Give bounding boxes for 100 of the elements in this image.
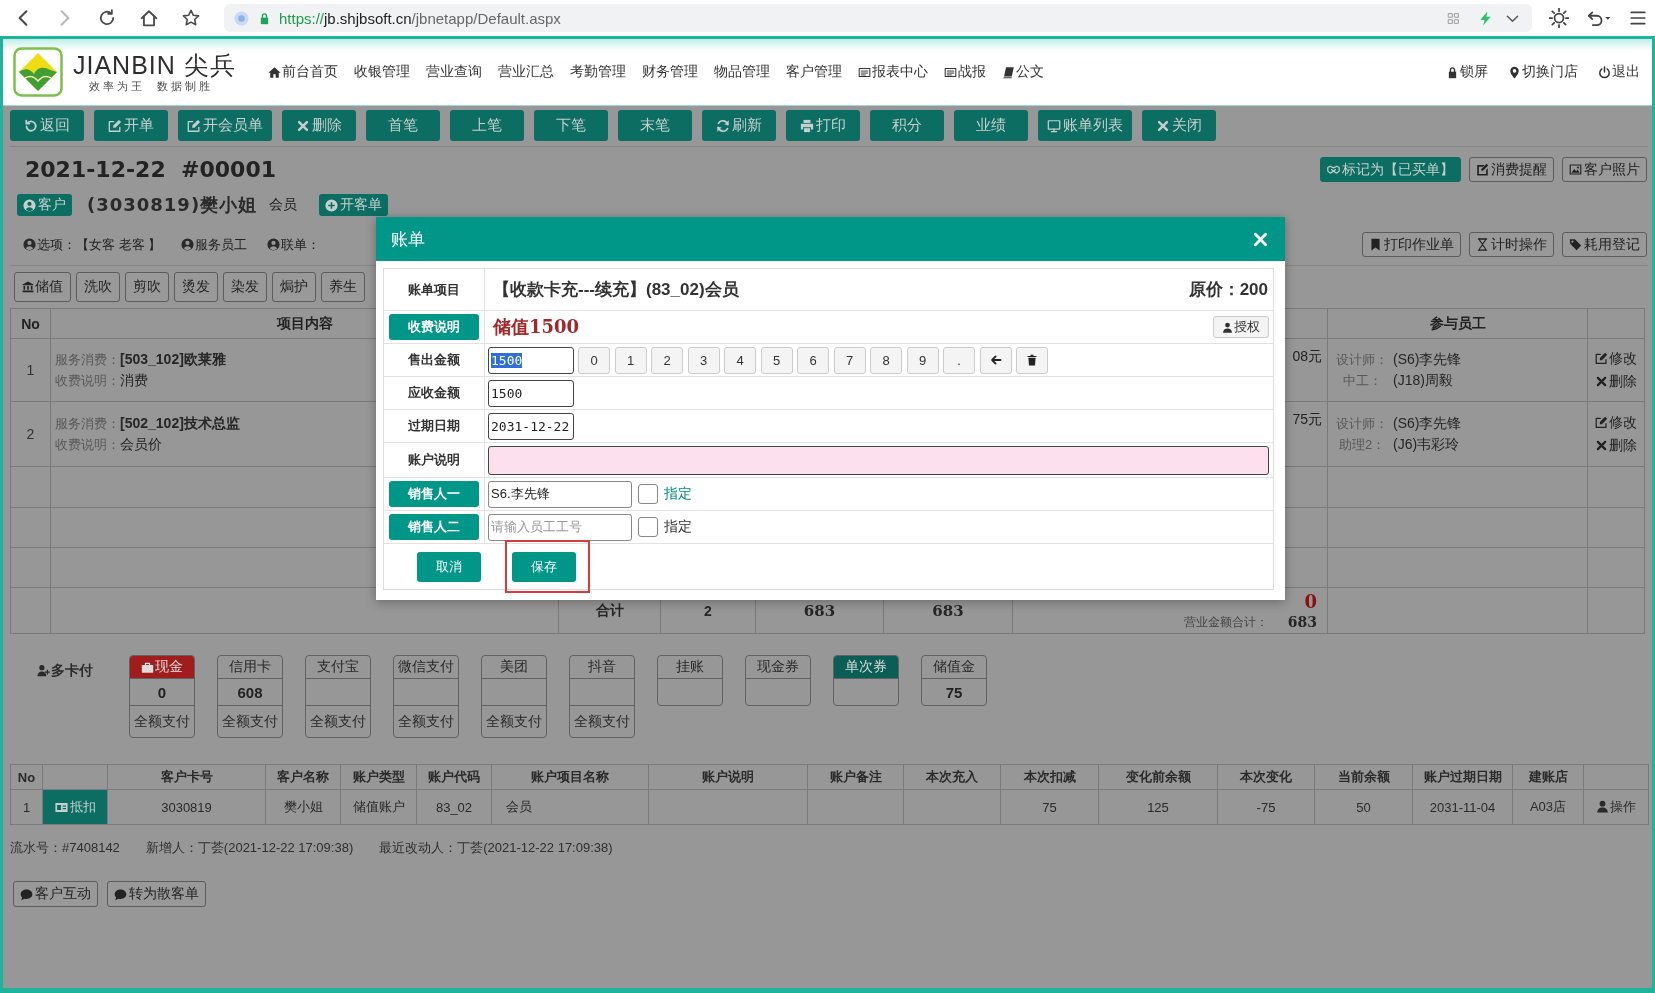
keypad-key[interactable]: 4 bbox=[724, 346, 756, 374]
keypad-key[interactable]: 3 bbox=[687, 346, 720, 374]
option-link[interactable]: 选项：【女客 老客 】 bbox=[23, 235, 162, 254]
action-button[interactable]: 客户照片 bbox=[1562, 157, 1647, 182]
field-label-button[interactable]: 销售人一 bbox=[389, 481, 479, 507]
nav-link[interactable]: 收银管理 bbox=[353, 63, 410, 81]
clear-key[interactable] bbox=[1016, 346, 1048, 374]
toolbar-button[interactable]: 开单 bbox=[94, 110, 168, 141]
option-link[interactable]: 联单： bbox=[267, 235, 321, 254]
cancel-button[interactable]: 取消 bbox=[417, 551, 481, 582]
category-button[interactable]: 储值 bbox=[14, 272, 71, 302]
input-field[interactable]: S6.李先锋 bbox=[488, 480, 632, 508]
amount-field[interactable]: 0 bbox=[130, 679, 194, 705]
reload-icon[interactable] bbox=[98, 9, 116, 27]
bolt-icon[interactable] bbox=[1478, 10, 1493, 26]
amount-field[interactable]: 1500 bbox=[488, 346, 574, 374]
amount-field[interactable]: 608 bbox=[218, 679, 282, 705]
deduct-button[interactable]: 抵扣 bbox=[43, 790, 107, 824]
category-button[interactable]: 洗吹 bbox=[76, 272, 120, 302]
nav-link[interactable]: 战报 bbox=[943, 63, 986, 81]
action-button[interactable]: 标记为【已买单】 bbox=[1320, 157, 1461, 182]
full-pay-button[interactable]: 全额支付 bbox=[394, 705, 458, 737]
row-action-link[interactable]: 删除 bbox=[1588, 434, 1644, 457]
header-link[interactable]: 退出 bbox=[1598, 63, 1640, 81]
toolbar-button[interactable]: 业绩 bbox=[954, 110, 1028, 141]
undo-icon[interactable] bbox=[1586, 9, 1611, 27]
payment-method-tab[interactable]: 美团 bbox=[482, 656, 546, 679]
row-action-link[interactable]: 删除 bbox=[1588, 370, 1644, 393]
toolbar-button[interactable]: 积分 bbox=[870, 110, 944, 141]
nav-link[interactable]: 营业查询 bbox=[425, 63, 482, 81]
nav-link[interactable]: 客户管理 bbox=[785, 63, 842, 81]
category-button[interactable]: 养生 bbox=[321, 272, 365, 302]
field-label-button[interactable]: 收费说明 bbox=[389, 314, 479, 340]
payment-method-tab[interactable]: 储值金 bbox=[922, 656, 986, 679]
category-button[interactable]: 剪吹 bbox=[125, 272, 169, 302]
category-button[interactable]: 烫发 bbox=[174, 272, 218, 302]
toolbar-button[interactable]: 末笔 bbox=[618, 110, 692, 141]
footer-button[interactable]: 转为散客单 bbox=[107, 881, 206, 907]
toolbar-button[interactable]: 返回 bbox=[10, 110, 84, 141]
checkbox[interactable] bbox=[638, 517, 658, 537]
payment-method-tab[interactable]: 微信支付 bbox=[394, 656, 458, 679]
payment-method-tab[interactable]: 支付宝 bbox=[306, 656, 370, 679]
site-info-icon[interactable] bbox=[234, 10, 249, 26]
input-field[interactable]: 请输入员工工号 bbox=[488, 513, 632, 541]
assign-link[interactable]: 指定 bbox=[664, 518, 692, 536]
star-icon[interactable] bbox=[182, 9, 200, 27]
action-button[interactable]: 消费提醒 bbox=[1469, 157, 1554, 182]
header-link[interactable]: 切换门店 bbox=[1508, 63, 1578, 81]
keypad-key[interactable]: 1 bbox=[614, 346, 647, 374]
nav-link[interactable]: 考勤管理 bbox=[569, 63, 626, 81]
nav-link[interactable]: 物品管理 bbox=[713, 63, 770, 81]
keypad-key[interactable]: 7 bbox=[833, 346, 866, 374]
nav-link[interactable]: 报表中心 bbox=[857, 63, 928, 81]
keypad-key[interactable]: 5 bbox=[760, 346, 793, 374]
toolbar-button[interactable]: 关闭 bbox=[1142, 110, 1216, 141]
header-link[interactable]: 锁屏 bbox=[1446, 63, 1488, 81]
input-field[interactable] bbox=[488, 445, 1269, 475]
close-icon[interactable] bbox=[1253, 231, 1268, 247]
home-icon[interactable] bbox=[140, 9, 158, 27]
category-button[interactable]: 染发 bbox=[223, 272, 267, 302]
toolbar-button[interactable]: 下笔 bbox=[534, 110, 608, 141]
keypad-key[interactable]: 6 bbox=[797, 346, 829, 374]
full-pay-button[interactable]: 全额支付 bbox=[130, 705, 194, 737]
keypad-key[interactable]: . bbox=[943, 346, 975, 374]
full-pay-button[interactable]: 全额支付 bbox=[482, 705, 546, 737]
assign-link[interactable]: 指定 bbox=[664, 485, 692, 503]
toolbar-button[interactable]: 上笔 bbox=[450, 110, 524, 141]
tool-button[interactable]: 打印作业单 bbox=[1362, 232, 1461, 257]
nav-link[interactable]: 营业汇总 bbox=[497, 63, 554, 81]
keypad-key[interactable]: 8 bbox=[870, 346, 902, 374]
row-action-link[interactable]: 修改 bbox=[1588, 411, 1644, 434]
full-pay-button[interactable]: 全额支付 bbox=[218, 705, 282, 737]
sun-icon[interactable] bbox=[1549, 8, 1569, 28]
customer-button[interactable]: 客户 bbox=[17, 194, 72, 216]
toolbar-button[interactable]: 账单列表 bbox=[1038, 110, 1132, 141]
amount-field[interactable]: 75 bbox=[922, 679, 986, 705]
keypad-key[interactable]: 9 bbox=[906, 346, 939, 374]
nav-link[interactable]: 财务管理 bbox=[641, 63, 698, 81]
full-pay-button[interactable]: 全额支付 bbox=[570, 705, 634, 737]
toolbar-button[interactable]: 首笔 bbox=[366, 110, 440, 141]
toolbar-button[interactable]: 开会员单 bbox=[178, 110, 272, 141]
open-order-button[interactable]: 开客单 bbox=[319, 194, 389, 216]
authorize-button[interactable]: 授权 bbox=[1213, 316, 1269, 338]
tool-button[interactable]: 计时操作 bbox=[1469, 232, 1554, 257]
keypad-key[interactable]: 2 bbox=[651, 346, 683, 374]
payment-method-tab[interactable]: 挂账 bbox=[658, 656, 722, 679]
input-field[interactable]: 1500 bbox=[488, 379, 574, 407]
grid-icon[interactable] bbox=[1447, 11, 1460, 25]
toolbar-button[interactable]: 删除 bbox=[282, 110, 356, 141]
nav-link[interactable]: 前台首页 bbox=[267, 63, 338, 81]
address-bar[interactable]: https://jb.shjbsoft.cn/jbnetapp/Default.aspx bbox=[224, 4, 1532, 32]
toolbar-button[interactable]: 刷新 bbox=[702, 110, 776, 141]
payment-method-tab[interactable]: 现金券 bbox=[746, 656, 810, 679]
payment-method-tab[interactable]: 抖音 bbox=[570, 656, 634, 679]
field-label-button[interactable]: 销售人二 bbox=[389, 514, 479, 540]
footer-button[interactable]: 客户互动 bbox=[13, 881, 98, 907]
category-button[interactable]: 焗护 bbox=[272, 272, 316, 302]
row-action-link[interactable]: 修改 bbox=[1588, 347, 1644, 370]
payment-method-tab[interactable]: 信用卡 bbox=[218, 656, 282, 679]
payment-method-tab[interactable]: 现金 bbox=[130, 656, 194, 679]
